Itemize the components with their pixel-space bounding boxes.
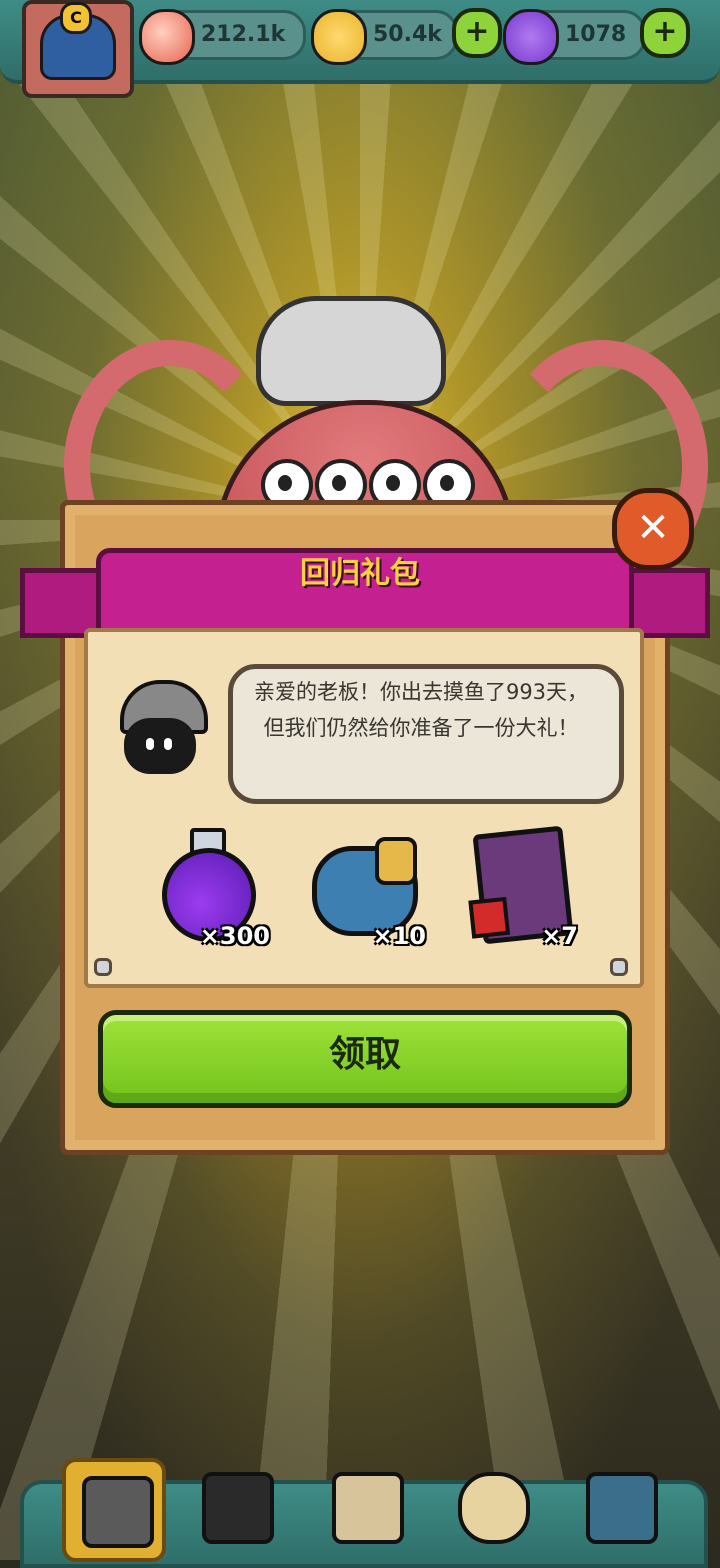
claim-button[interactable]: 领取 bbox=[98, 1010, 632, 1108]
coin-icon bbox=[311, 9, 367, 65]
rivet-icon bbox=[610, 958, 628, 976]
eyeball-counter: 212.1k bbox=[139, 9, 306, 65]
grid-menu-icon bbox=[586, 1472, 658, 1544]
coin-counter: 50.4k bbox=[311, 9, 458, 65]
coin-count: 50.4k bbox=[373, 22, 442, 47]
monster-crew-icon bbox=[202, 1472, 274, 1544]
recipe-book-icon bbox=[332, 1472, 404, 1544]
reward-quantity: ×10 bbox=[372, 922, 426, 950]
eyeball-count: 212.1k bbox=[201, 22, 286, 47]
player-avatar-button[interactable]: C bbox=[22, 0, 134, 98]
potion-counter: 1078 bbox=[503, 9, 646, 65]
rivet-icon bbox=[94, 958, 112, 976]
nav-recipes[interactable] bbox=[316, 1458, 412, 1554]
player-rank-badge: C bbox=[60, 2, 92, 34]
reward-quantity: ×300 bbox=[199, 922, 270, 950]
money-bag-icon bbox=[458, 1472, 530, 1544]
reward-item-coins[interactable]: ×10 bbox=[296, 820, 426, 950]
nav-menu[interactable] bbox=[570, 1458, 666, 1554]
reward-quantity: ×7 bbox=[541, 922, 578, 950]
npc-portrait bbox=[108, 664, 212, 784]
reward-item-cards[interactable]: ×7 bbox=[448, 820, 578, 950]
add-coins-button[interactable]: + bbox=[452, 8, 502, 58]
chef-hat-icon bbox=[256, 296, 446, 406]
potion-count: 1078 bbox=[565, 22, 627, 47]
close-button[interactable]: ✕ bbox=[612, 488, 694, 570]
add-potion-button[interactable]: + bbox=[640, 8, 690, 58]
potion-icon bbox=[503, 9, 559, 65]
shop-building-icon bbox=[82, 1476, 154, 1548]
npc-body bbox=[124, 718, 196, 774]
dialog-message: 亲爱的老板！你出去摸鱼了993天，但我们仍然给你准备了一份大礼！ bbox=[253, 680, 589, 740]
eyeball-icon bbox=[139, 9, 195, 65]
nav-shop[interactable] bbox=[62, 1458, 166, 1562]
reward-item-potion[interactable]: ×300 bbox=[140, 820, 270, 950]
nav-crew[interactable] bbox=[186, 1458, 282, 1554]
nav-money[interactable] bbox=[442, 1458, 538, 1554]
